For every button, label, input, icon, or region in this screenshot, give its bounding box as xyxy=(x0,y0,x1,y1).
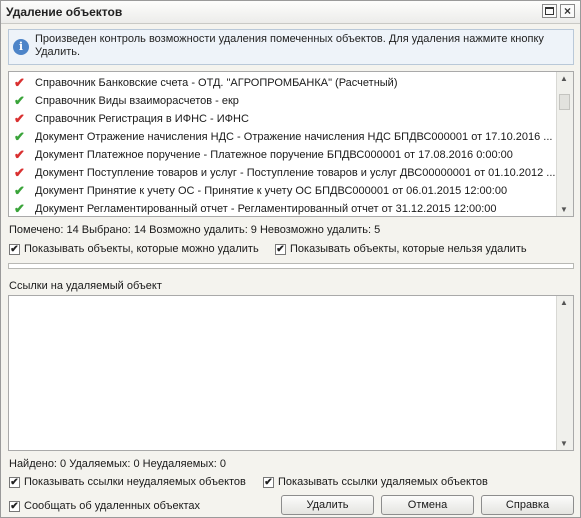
list-item-text: Справочник Банковские счета - ОТД. "АГРО… xyxy=(35,77,398,89)
title-bar: Удаление объектов × xyxy=(1,1,580,24)
report-deleted-checkbox[interactable]: ✔ xyxy=(9,501,20,512)
objects-list-scrollbar[interactable]: ▲ ▼ xyxy=(556,72,573,216)
refs-list-scrollbar[interactable]: ▲ ▼ xyxy=(556,296,573,450)
list-item[interactable]: ✔ Документ Платежное поручение - Платежно… xyxy=(9,146,557,164)
show-can-delete-label: Показывать объекты, которые можно удалит… xyxy=(24,243,259,255)
check-mark-icon: ✔ xyxy=(14,183,25,198)
check-mark-icon: ✔ xyxy=(14,93,25,108)
deletion-blocked-icon: ✔ xyxy=(14,165,25,180)
scroll-up-icon[interactable]: ▲ xyxy=(560,298,568,307)
refs-label: Ссылки на удаляемый объект xyxy=(9,280,162,292)
info-panel: i Произведен контроль возможности удален… xyxy=(8,29,574,65)
list-item-text: Документ Поступление товаров и услуг - П… xyxy=(35,167,556,179)
list-item-text: Документ Принятие к учету ОС - Принятие … xyxy=(35,185,508,197)
info-icon: i xyxy=(13,39,29,55)
list-item[interactable]: ✔ Справочник Регистрация в ИФНС - ИФНС xyxy=(9,110,557,128)
show-deletable-refs-checkbox[interactable]: ✔ xyxy=(263,477,274,488)
scroll-down-icon[interactable]: ▼ xyxy=(560,439,568,448)
show-can-delete-checkbox[interactable]: ✔ xyxy=(9,244,20,255)
list-item[interactable]: ✔ Справочник Банковские счета - ОТД. "АГР… xyxy=(9,74,557,92)
window-title: Удаление объектов xyxy=(6,5,123,19)
deletion-blocked-icon: ✔ xyxy=(14,75,25,90)
cancel-button[interactable]: Отмена xyxy=(381,495,474,515)
help-button[interactable]: Справка xyxy=(481,495,574,515)
list-item-text: Справочник Виды взаиморасчетов - екр xyxy=(35,95,239,107)
delete-objects-window: Удаление объектов × i Произведен контрол… xyxy=(0,0,581,518)
refs-list[interactable]: ▲ ▼ xyxy=(8,295,574,451)
close-icon[interactable]: × xyxy=(560,4,575,18)
objects-list[interactable]: ✔ Справочник Банковские счета - ОТД. "АГР… xyxy=(8,71,574,217)
refs-stats: Найдено: 0 Удаляемых: 0 Неудаляемых: 0 xyxy=(9,458,226,470)
list-item[interactable]: ✔ Документ Принятие к учету ОС - Принятие… xyxy=(9,182,557,200)
show-deletable-refs-label: Показывать ссылки удаляемых объектов xyxy=(278,476,488,488)
maximize-icon[interactable] xyxy=(542,4,557,18)
info-text: Произведен контроль возможности удаления… xyxy=(35,33,544,58)
list-item[interactable]: ✔ Справочник Виды взаиморасчетов - екр xyxy=(9,92,557,110)
check-mark-icon: ✔ xyxy=(14,201,25,216)
list-item-text: Документ Отражение начисления НДС - Отра… xyxy=(35,131,553,143)
list-item[interactable]: ✔ Документ Поступление товаров и услуг - … xyxy=(9,164,557,182)
delete-button[interactable]: Удалить xyxy=(281,495,374,515)
objects-stats: Помечено: 14 Выбрано: 14 Возможно удалит… xyxy=(9,224,381,236)
splitter[interactable] xyxy=(8,263,574,269)
report-deleted-label: Сообщать об удаленных объектах xyxy=(24,500,201,512)
show-non-deletable-refs-label: Показывать ссылки неудаляемых объектов xyxy=(24,476,246,488)
list-item[interactable]: ✔ Документ Регламентированный отчет - Рег… xyxy=(9,200,557,216)
deletion-blocked-icon: ✔ xyxy=(14,111,25,126)
show-cannot-delete-label: Показывать объекты, которые нельзя удали… xyxy=(290,243,527,255)
scroll-thumb[interactable] xyxy=(559,94,570,110)
list-item-text: Справочник Регистрация в ИФНС - ИФНС xyxy=(35,113,249,125)
list-item[interactable]: ✔ Документ Отражение начисления НДС - Отр… xyxy=(9,128,557,146)
deletion-blocked-icon: ✔ xyxy=(14,147,25,162)
show-non-deletable-refs-checkbox[interactable]: ✔ xyxy=(9,477,20,488)
show-cannot-delete-checkbox[interactable]: ✔ xyxy=(275,244,286,255)
scroll-up-icon[interactable]: ▲ xyxy=(560,74,568,83)
list-item-text: Документ Регламентированный отчет - Регл… xyxy=(35,203,497,215)
list-item-text: Документ Платежное поручение - Платежное… xyxy=(35,149,513,161)
check-mark-icon: ✔ xyxy=(14,129,25,144)
scroll-down-icon[interactable]: ▼ xyxy=(560,205,568,214)
